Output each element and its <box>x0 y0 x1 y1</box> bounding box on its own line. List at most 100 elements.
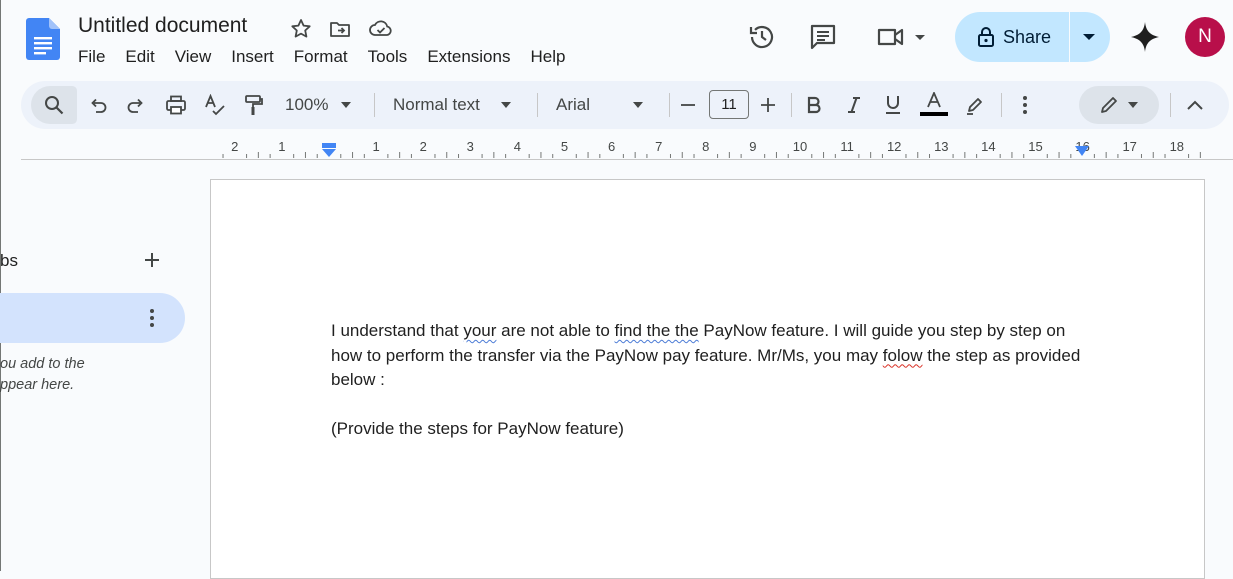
docs-logo-icon[interactable] <box>26 18 60 60</box>
chevron-down-icon <box>1127 101 1139 109</box>
text-color-icon <box>920 92 948 118</box>
increase-font-size-button[interactable] <box>756 81 780 129</box>
grammar-suggestion[interactable]: your <box>463 321 496 340</box>
print-button[interactable] <box>162 81 190 129</box>
paint-format-button[interactable] <box>241 81 267 129</box>
menu-insert[interactable]: Insert <box>221 44 284 70</box>
ruler-number: 6 <box>607 139 616 154</box>
ruler-number: 14 <box>981 139 996 154</box>
paragraph[interactable]: I understand that your are not able to f… <box>331 319 1081 393</box>
more-options-button[interactable] <box>1013 81 1037 129</box>
horizontal-ruler[interactable]: 21123456789101112131415161718 <box>212 139 1205 159</box>
menu-view[interactable]: View <box>165 44 222 70</box>
cloud-saved-icon[interactable] <box>368 17 392 41</box>
font-size-input[interactable]: 11 <box>709 90 749 119</box>
share-options-button[interactable] <box>1069 12 1110 62</box>
ruler-number: 5 <box>560 139 569 154</box>
document-body[interactable]: I understand that your are not able to f… <box>331 319 1081 442</box>
ruler-number: 7 <box>655 139 663 154</box>
gemini-sparkle-icon[interactable] <box>1129 20 1161 54</box>
plus-icon <box>760 97 776 113</box>
ruler-number: 2 <box>231 139 239 154</box>
chevron-down-icon <box>340 101 352 109</box>
grammar-suggestion[interactable]: find the the <box>615 321 699 340</box>
lock-icon <box>977 26 995 48</box>
bold-icon <box>806 96 822 114</box>
undo-icon <box>88 95 108 115</box>
redo-icon <box>126 95 146 115</box>
chevron-down-icon <box>632 101 644 109</box>
ruler-number: 15 <box>1028 139 1043 154</box>
spelling-check-button[interactable] <box>202 81 228 129</box>
font-value: Arial <box>556 95 591 114</box>
search-menus-button[interactable] <box>31 86 77 124</box>
decrease-font-size-button[interactable] <box>676 81 700 129</box>
ruler-number: 17 <box>1122 139 1137 154</box>
ruler-number: 3 <box>466 139 474 154</box>
pencil-icon <box>1099 95 1119 115</box>
menu-extensions[interactable]: Extensions <box>417 44 520 70</box>
more-vert-icon <box>1022 95 1028 115</box>
document-title[interactable]: Untitled document <box>78 14 247 38</box>
ruler-number: 10 <box>792 139 808 154</box>
print-icon <box>165 95 187 115</box>
italic-button[interactable] <box>841 81 867 129</box>
font-select[interactable]: Arial <box>551 81 655 129</box>
ruler-number: 4 <box>513 139 522 154</box>
hide-menus-button[interactable] <box>1182 81 1208 129</box>
outline-hint-line: ppear here. <box>0 377 75 393</box>
chevron-down-icon <box>500 101 512 109</box>
menu-edit[interactable]: Edit <box>115 44 164 70</box>
text-run: are not able to <box>496 321 615 340</box>
right-indent-marker-icon[interactable] <box>1074 145 1090 157</box>
underline-button[interactable] <box>880 81 906 129</box>
meet-camera-icon[interactable] <box>876 22 925 52</box>
toolbar-divider <box>374 93 375 117</box>
add-tab-icon[interactable] <box>140 248 164 272</box>
toolbar-divider <box>669 93 670 117</box>
toolbar-divider <box>791 93 792 117</box>
menu-file[interactable]: File <box>68 44 115 70</box>
bold-button[interactable] <box>801 81 827 129</box>
ruler-number: 8 <box>702 139 710 154</box>
document-tabs-heading: bs <box>0 251 18 270</box>
menu-bar: File Edit View Insert Format Tools Exten… <box>68 44 575 70</box>
toolbar-divider <box>1170 93 1171 117</box>
zoom-select[interactable]: 100% <box>279 81 363 129</box>
left-indent-marker-icon[interactable] <box>320 142 338 158</box>
menu-format[interactable]: Format <box>284 44 358 70</box>
version-history-icon[interactable] <box>747 22 777 52</box>
comments-icon[interactable] <box>808 22 838 52</box>
ruler-number: 12 <box>886 139 902 154</box>
share-button[interactable]: Share <box>955 12 1069 62</box>
highlighter-icon <box>965 95 985 115</box>
menu-tools[interactable]: Tools <box>358 44 418 70</box>
menu-help[interactable]: Help <box>520 44 575 70</box>
ruler-number: 18 <box>1169 139 1185 154</box>
ruler-number: 2 <box>419 139 427 154</box>
ruler-number: 1 <box>278 139 286 154</box>
tab-options-icon[interactable] <box>140 306 164 330</box>
star-icon[interactable] <box>289 17 313 41</box>
underline-icon <box>885 95 901 115</box>
paragraph[interactable]: (Provide the steps for PayNow feature) <box>331 417 1081 442</box>
empty-paragraph[interactable] <box>331 393 1081 418</box>
toolbar-divider <box>1001 93 1002 117</box>
paint-format-icon <box>244 94 264 116</box>
account-avatar[interactable]: N <box>1185 17 1225 57</box>
redo-button[interactable] <box>123 81 149 129</box>
paragraph-style-select[interactable]: Normal text <box>387 81 527 129</box>
undo-button[interactable] <box>85 81 111 129</box>
editing-mode-button[interactable] <box>1079 86 1159 124</box>
text-run: I understand that <box>331 321 464 340</box>
zoom-value: 100% <box>285 95 329 114</box>
ruler-number: 1 <box>372 139 380 154</box>
spelling-error[interactable]: folow <box>883 346 923 365</box>
ruler-divider <box>21 159 1233 160</box>
move-folder-icon[interactable] <box>328 17 352 41</box>
highlight-color-button[interactable] <box>962 81 988 129</box>
text-color-button[interactable] <box>919 81 949 129</box>
ruler-number: 11 <box>840 139 854 154</box>
window-edge <box>0 0 1 571</box>
outline-hint-line: ou add to the <box>0 356 85 372</box>
